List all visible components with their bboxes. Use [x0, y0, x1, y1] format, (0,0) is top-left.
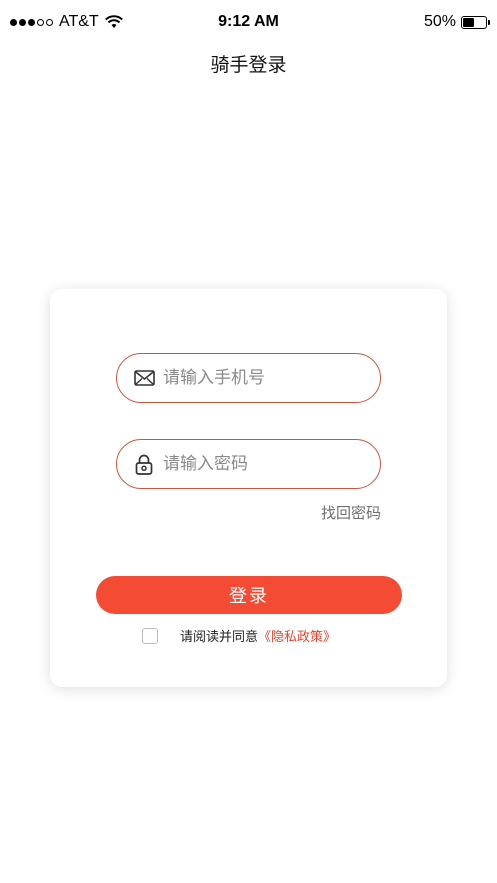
page-title: 骑手登录 [210, 54, 287, 76]
login-screen: AT&T 9:12 AM 50% 骑手登录 请输入手机号 找回密码 登录 请阅读… [0, 0, 497, 883]
signal-dot [10, 18, 17, 26]
lock-icon [133, 453, 155, 475]
agree-text: 请阅读并同意 [180, 630, 259, 645]
privacy-policy-link[interactable]: 《隐私政策》 [258, 626, 336, 645]
carrier-name: AT&T [59, 13, 99, 30]
signal-dot [37, 18, 44, 26]
agreement-row: 请阅读并同意 《隐私政策》 [142, 626, 336, 645]
status-left: AT&T [10, 13, 123, 31]
signal-dot [46, 18, 53, 26]
status-bar: AT&T 9:12 AM 50% [0, 0, 497, 44]
battery-fill [463, 17, 474, 27]
password-input[interactable] [163, 454, 363, 474]
login-button[interactable]: 登录 [96, 576, 402, 614]
wifi-icon [104, 15, 123, 28]
phone-field[interactable] [116, 353, 381, 403]
status-right: 50% [423, 13, 490, 31]
envelope-icon [133, 367, 155, 389]
battery-percent: 50% [423, 13, 456, 30]
signal-dot [19, 18, 26, 26]
phone-input[interactable] [163, 368, 363, 388]
login-card: 找回密码 登录 请阅读并同意 《隐私政策》 [50, 289, 447, 687]
signal-dot [28, 18, 35, 26]
agree-checkbox[interactable] [142, 627, 158, 644]
forgot-password-link[interactable]: 找回密码 [321, 502, 381, 523]
battery-icon [461, 15, 490, 29]
signal-strength-icon [10, 18, 53, 26]
password-field[interactable] [116, 439, 381, 489]
